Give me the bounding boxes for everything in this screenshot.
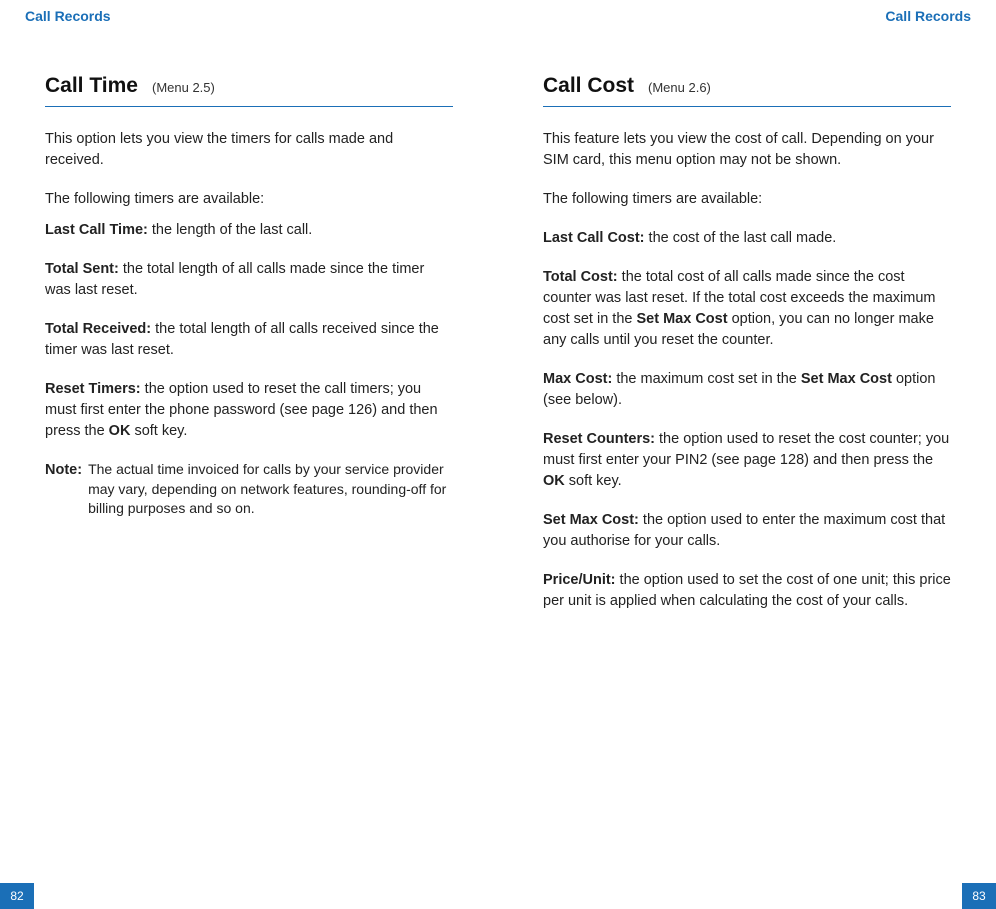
item-total-sent: Total Sent: the total length of all call… (45, 259, 453, 301)
text-last-call-time: the length of the last call. (148, 222, 312, 238)
intro-left: This option lets you view the timers for… (45, 129, 453, 171)
text-reset-counters-b: soft key. (565, 473, 622, 489)
text-reset-timers-b: soft key. (130, 423, 187, 439)
item-set-max-cost: Set Max Cost: the option used to enter t… (543, 510, 951, 552)
item-price-unit: Price/Unit: the option used to set the c… (543, 570, 951, 612)
note-body: The actual time invoiced for calls by yo… (88, 460, 453, 519)
set-max-cost-ref-2: Set Max Cost (801, 371, 892, 387)
title-call-time: Call Time (45, 74, 138, 98)
page-left: Call Records Call Time (Menu 2.5) This o… (0, 0, 498, 909)
label-reset-counters: Reset Counters: (543, 431, 655, 447)
header-right: Call Records (543, 0, 971, 24)
intro-right: This feature lets you view the cost of c… (543, 129, 951, 171)
page-right: Call Records Call Cost (Menu 2.6) This f… (498, 0, 996, 909)
label-set-max-cost: Set Max Cost: (543, 512, 639, 528)
note-block: Note: The actual time invoiced for calls… (45, 460, 453, 519)
menu-ref-call-time: (Menu 2.5) (152, 80, 215, 95)
label-total-received: Total Received: (45, 321, 151, 337)
item-last-call-time: Last Call Time: the length of the last c… (45, 220, 453, 241)
page-number-left: 82 (0, 883, 34, 909)
label-total-sent: Total Sent: (45, 261, 119, 277)
section-title-call-cost: Call Cost (Menu 2.6) (543, 74, 951, 107)
label-reset-timers: Reset Timers: (45, 381, 141, 397)
body-left: This option lets you view the timers for… (45, 129, 453, 537)
label-price-unit: Price/Unit: (543, 572, 616, 588)
item-total-received: Total Received: the total length of all … (45, 319, 453, 361)
note-label: Note: (45, 460, 82, 519)
section-title-call-time: Call Time (Menu 2.5) (45, 74, 453, 107)
item-max-cost: Max Cost: the maximum cost set in the Se… (543, 369, 951, 411)
title-call-cost: Call Cost (543, 74, 634, 98)
header-left: Call Records (25, 0, 453, 24)
label-last-call-cost: Last Call Cost: (543, 230, 645, 246)
label-max-cost: Max Cost: (543, 371, 612, 387)
item-last-call-cost: Last Call Cost: the cost of the last cal… (543, 228, 951, 249)
ok-reset-counters: OK (543, 473, 565, 489)
item-reset-timers: Reset Timers: the option used to reset t… (45, 379, 453, 442)
item-reset-counters: Reset Counters: the option used to reset… (543, 429, 951, 492)
timers-lead-right: The following timers are available: (543, 189, 951, 210)
label-last-call-time: Last Call Time: (45, 222, 148, 238)
label-total-cost: Total Cost: (543, 269, 618, 285)
menu-ref-call-cost: (Menu 2.6) (648, 80, 711, 95)
item-total-cost: Total Cost: the total cost of all calls … (543, 267, 951, 351)
timers-lead-left: The following timers are available: (45, 189, 453, 210)
body-right: This feature lets you view the cost of c… (543, 129, 951, 630)
set-max-cost-ref-1: Set Max Cost (637, 311, 728, 327)
ok-reset-timers: OK (109, 423, 131, 439)
text-last-call-cost: the cost of the last call made. (645, 230, 837, 246)
page-number-right: 83 (962, 883, 996, 909)
page-spread: Call Records Call Time (Menu 2.5) This o… (0, 0, 996, 909)
text-max-cost-a: the maximum cost set in the (612, 371, 801, 387)
